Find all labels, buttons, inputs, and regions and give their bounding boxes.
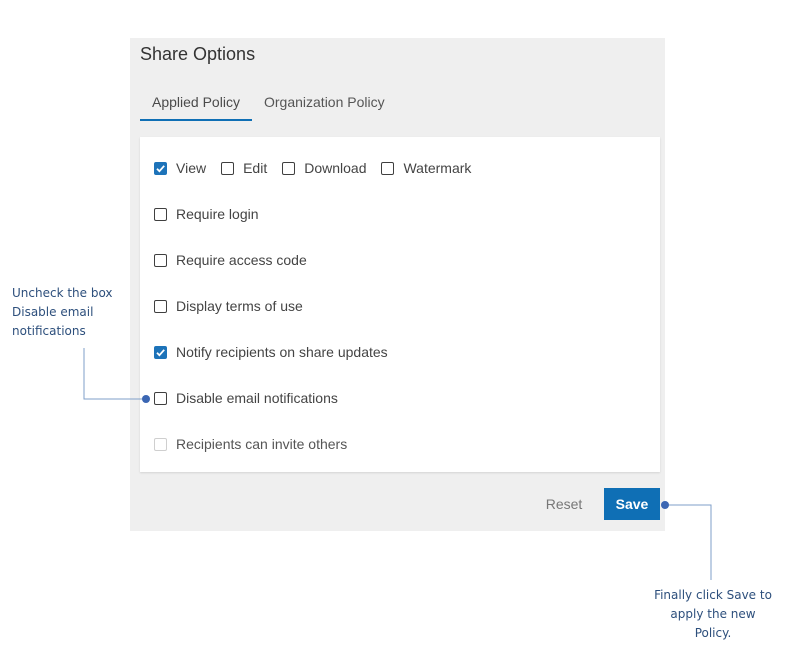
require-login-checkbox[interactable] <box>154 207 167 221</box>
permissions-row: View Edit Download Watermark <box>154 160 486 176</box>
download-label: Download <box>304 160 367 176</box>
require-login-label: Require login <box>176 206 259 222</box>
share-options-panel: Share Options Applied Policy Organizatio… <box>130 38 665 531</box>
require-login-option[interactable]: Require login <box>154 206 259 222</box>
watermark-label: Watermark <box>403 160 472 176</box>
watermark-checkbox[interactable] <box>381 161 395 175</box>
right-callout-text: Finally click Save to apply the new Poli… <box>648 586 778 643</box>
left-callout-line: Uncheck the box <box>12 286 113 300</box>
require-access-code-option[interactable]: Require access code <box>154 252 307 268</box>
notify-recipients-checkbox[interactable] <box>154 345 167 359</box>
notify-recipients-label: Notify recipients on share updates <box>176 344 388 360</box>
display-terms-option[interactable]: Display terms of use <box>154 298 303 314</box>
panel-title: Share Options <box>140 44 256 64</box>
recipients-invite-checkbox <box>154 437 167 451</box>
right-callout-connector <box>665 504 712 580</box>
display-terms-checkbox[interactable] <box>154 299 167 313</box>
disable-email-checkbox[interactable] <box>154 391 167 405</box>
left-callout-text: Uncheck the box Disable email notificati… <box>12 284 122 341</box>
reset-button[interactable]: Reset <box>535 493 593 516</box>
left-callout-line: Disable email <box>12 305 94 319</box>
download-option[interactable]: Download <box>282 160 366 176</box>
recipients-invite-label: Recipients can invite others <box>176 436 348 452</box>
right-callout-line: Policy. <box>694 626 732 640</box>
right-callout-line: apply the new <box>670 607 756 621</box>
checkmark-icon <box>156 164 165 173</box>
download-checkbox[interactable] <box>282 161 296 175</box>
notify-recipients-option[interactable]: Notify recipients on share updates <box>154 344 388 360</box>
edit-option[interactable]: Edit <box>221 160 267 176</box>
display-terms-label: Display terms of use <box>176 298 303 314</box>
policy-tabs: Applied Policy Organization Policy <box>140 94 660 121</box>
view-label: View <box>176 160 207 176</box>
tab-organization-policy[interactable]: Organization Policy <box>252 94 397 119</box>
save-button[interactable]: Save <box>604 488 660 520</box>
checkmark-icon <box>156 348 165 357</box>
recipients-invite-option: Recipients can invite others <box>154 436 347 452</box>
watermark-option[interactable]: Watermark <box>381 160 471 176</box>
disable-email-option[interactable]: Disable email notifications <box>154 390 338 406</box>
view-checkbox[interactable] <box>154 161 167 175</box>
right-callout-line: Finally click Save to <box>654 588 772 602</box>
view-option[interactable]: View <box>154 160 206 176</box>
disable-email-label: Disable email notifications <box>176 390 338 406</box>
options-card: View Edit Download Watermark Require log… <box>140 137 660 472</box>
require-access-code-checkbox[interactable] <box>154 253 167 267</box>
require-access-code-label: Require access code <box>176 252 307 268</box>
tab-applied-policy[interactable]: Applied Policy <box>140 94 252 121</box>
edit-label: Edit <box>243 160 268 176</box>
left-callout-line: notifications <box>12 324 86 338</box>
edit-checkbox[interactable] <box>221 161 235 175</box>
